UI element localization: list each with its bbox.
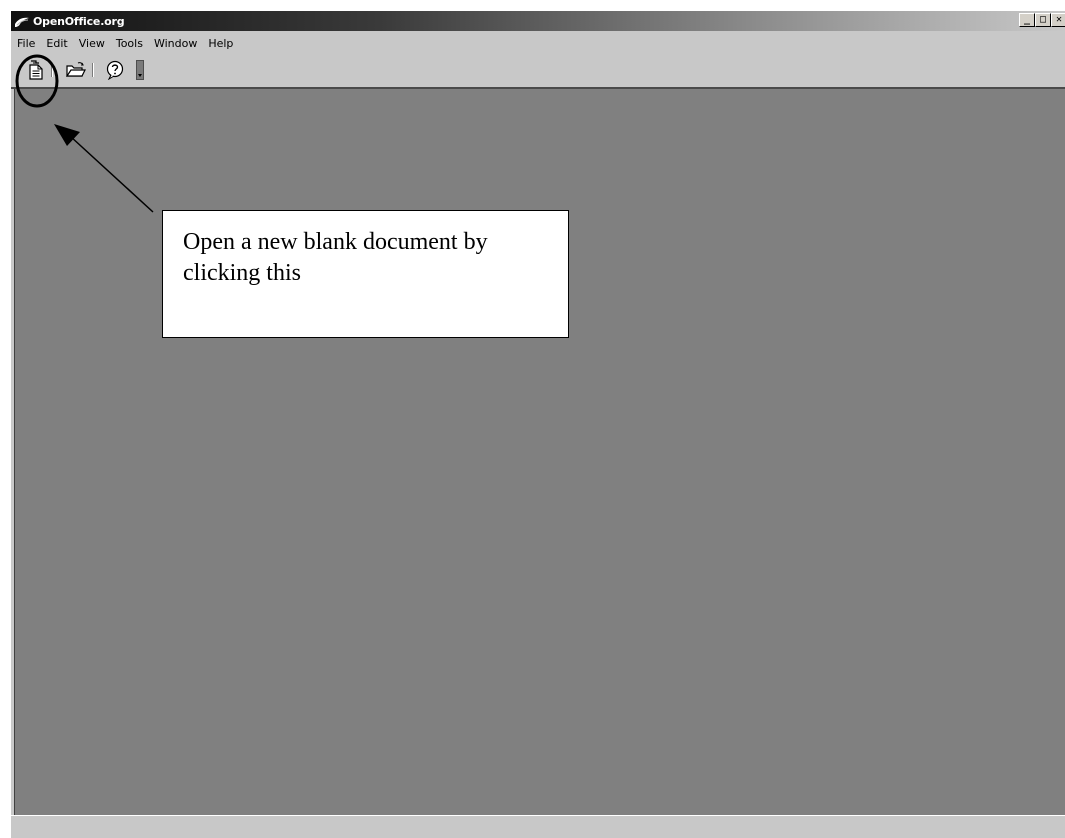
help-button[interactable] — [104, 59, 126, 81]
close-button[interactable]: ✕ — [1051, 13, 1065, 27]
title-bar[interactable]: OpenOffice.org _ □ ✕ — [11, 11, 1065, 31]
window-controls: _ □ ✕ — [1019, 13, 1065, 27]
maximize-button[interactable]: □ — [1035, 13, 1051, 27]
menu-edit[interactable]: Edit — [46, 37, 67, 50]
callout-box: Open a new blank document by clicking th… — [162, 210, 569, 338]
help-icon — [106, 60, 124, 80]
open-folder-icon — [66, 62, 86, 77]
open-document-button[interactable] — [65, 59, 87, 81]
menu-tools[interactable]: Tools — [116, 37, 143, 50]
toolbar-options-button[interactable] — [133, 59, 147, 81]
openoffice-logo-icon — [14, 14, 30, 28]
toolbar-separator — [51, 63, 53, 77]
standard-toolbar — [11, 55, 1065, 87]
menu-window[interactable]: Window — [154, 37, 197, 50]
maximize-icon: □ — [1039, 14, 1047, 25]
toolbar-separator — [92, 63, 94, 77]
window-title: OpenOffice.org — [33, 14, 125, 28]
status-bar — [11, 815, 1065, 838]
document-workspace — [14, 89, 1065, 815]
new-document-button[interactable] — [25, 59, 47, 81]
toolbar-options-arrow-icon — [136, 60, 144, 80]
menu-view[interactable]: View — [79, 37, 105, 50]
menu-file[interactable]: File — [17, 37, 35, 50]
menu-help[interactable]: Help — [208, 37, 233, 50]
openoffice-window: OpenOffice.org _ □ ✕ File Edit View Tool… — [10, 10, 1065, 838]
menu-bar: File Edit View Tools Window Help — [11, 33, 1065, 53]
minimize-icon: _ — [1023, 14, 1031, 25]
new-document-icon — [29, 60, 43, 80]
minimize-button[interactable]: _ — [1019, 13, 1035, 27]
close-icon: ✕ — [1055, 14, 1063, 25]
